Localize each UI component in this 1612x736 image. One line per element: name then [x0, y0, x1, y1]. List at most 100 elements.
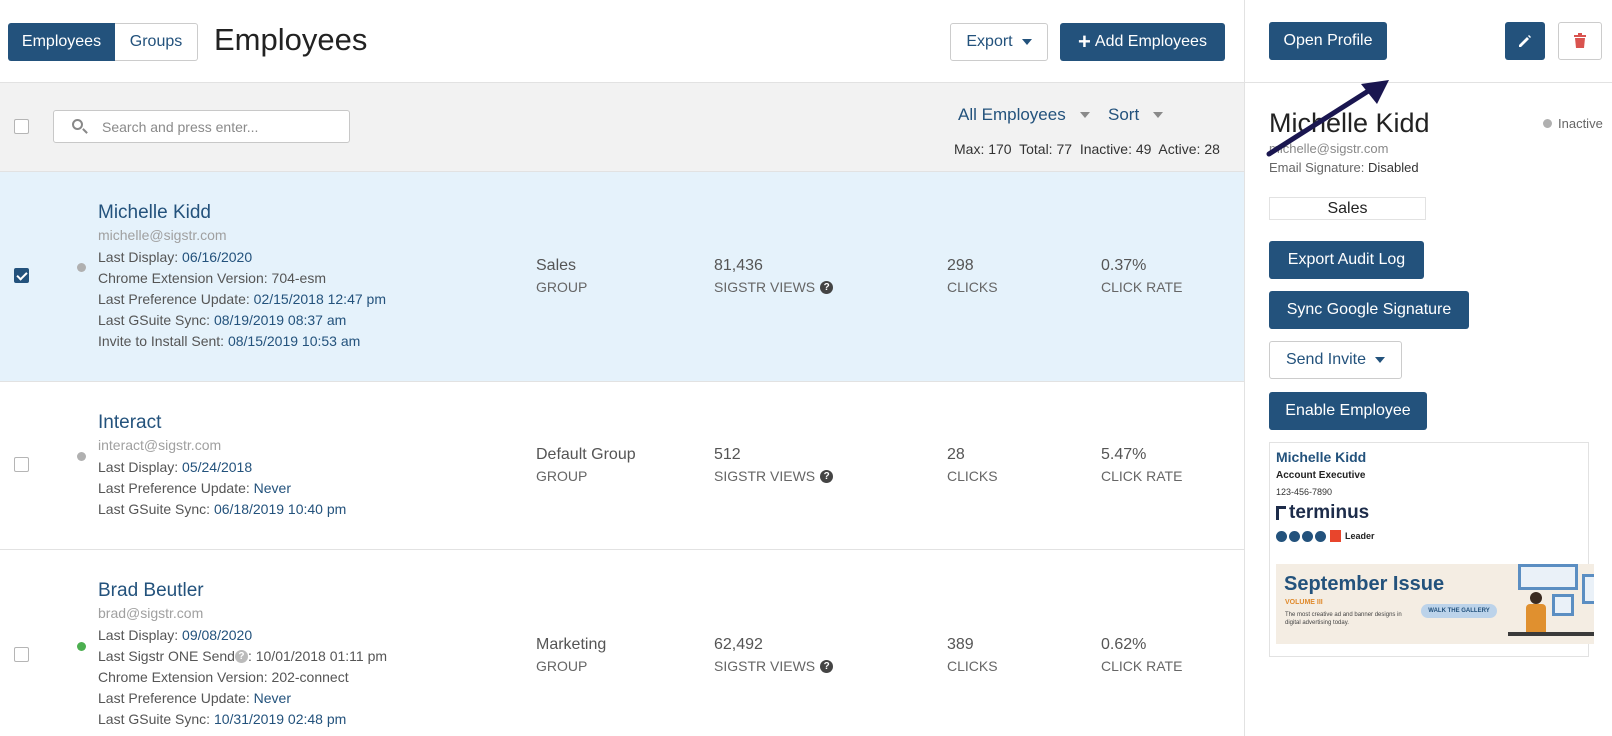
row-checkbox[interactable]: [14, 457, 29, 472]
clicks-stat: 28 CLICKS: [947, 446, 998, 484]
detail-line: Last Preference Update: 02/15/2018 12:47…: [98, 291, 386, 307]
employee-email: michelle@sigstr.com: [98, 227, 227, 243]
search-icon: [72, 119, 83, 130]
employee-name[interactable]: Michelle Kidd: [98, 202, 211, 224]
chevron-down-icon: [1153, 112, 1164, 118]
g2-badge-icon: [1330, 530, 1341, 542]
sig-social-icons: Leader: [1276, 530, 1375, 542]
detail-line: Invite to Install Sent: 08/15/2019 10:53…: [98, 333, 361, 349]
banner-title: September Issue: [1284, 573, 1445, 595]
status-dot: [1543, 119, 1552, 128]
twitter-icon[interactable]: [1276, 530, 1287, 542]
export-button[interactable]: Export: [950, 23, 1048, 61]
signature-status: Email Signature: Disabled: [1269, 160, 1419, 175]
click-rate-stat: 0.62% CLICK RATE: [1101, 636, 1183, 674]
all-employees-dropdown[interactable]: All Employees: [958, 105, 1090, 125]
delete-button[interactable]: [1558, 22, 1602, 60]
group-stat: Marketing GROUP: [536, 636, 607, 674]
sync-google-signature-button[interactable]: Sync Google Signature: [1269, 291, 1469, 329]
table-row[interactable]: Michelle Kidd michelle@sigstr.com Last D…: [0, 172, 1244, 382]
detail-line: Last GSuite Sync: 10/31/2019 02:48 pm: [98, 711, 347, 727]
click-rate-stat: 5.47% CLICK RATE: [1101, 446, 1183, 484]
edit-button[interactable]: [1505, 22, 1545, 60]
send-invite-label: Send Invite: [1285, 351, 1367, 368]
banner-illustration: [1508, 564, 1594, 644]
all-employees-label: All Employees: [958, 105, 1066, 124]
select-all-checkbox[interactable]: [14, 119, 29, 134]
arrow-icon: [1266, 80, 1389, 157]
detail-line: Chrome Extension Version: 202-connect: [98, 669, 349, 685]
detail-line: Last GSuite Sync: 08/19/2019 08:37 am: [98, 312, 347, 328]
table-row[interactable]: Brad Beutler brad@sigstr.com Last Displa…: [0, 550, 1244, 736]
search-input[interactable]: Search and press enter...: [53, 110, 350, 143]
sig-logo: terminus: [1276, 502, 1369, 524]
status-dot: [77, 263, 86, 272]
open-profile-button[interactable]: Open Profile: [1269, 22, 1387, 60]
detail-line: Last Preference Update: Never: [98, 690, 292, 706]
plus-icon: +: [1078, 29, 1091, 54]
chevron-down-icon: [1375, 357, 1386, 363]
detail-line: Last Preference Update: Never: [98, 480, 292, 496]
terminus-logo-icon: [1276, 506, 1286, 520]
sig-leader: Leader: [1345, 531, 1375, 541]
employee-name[interactable]: Brad Beutler: [98, 580, 204, 602]
filter-bar: Search and press enter... All Employees …: [0, 83, 1244, 172]
tab-employees[interactable]: Employees: [8, 23, 115, 61]
group-badge: Sales: [1269, 197, 1426, 220]
status-dot: [77, 452, 86, 461]
sig-title: Account Executive: [1276, 470, 1366, 481]
detail-line: Chrome Extension Version: 704-esm: [98, 270, 326, 286]
detail-line: Last Sigstr ONE Send ?: 10/01/2018 01:11…: [98, 648, 388, 664]
add-employees-button[interactable]: + Add Employees: [1060, 23, 1225, 61]
table-row[interactable]: Interact interact@sigstr.com Last Displa…: [0, 382, 1244, 550]
group-stat: Default Group GROUP: [536, 446, 636, 484]
views-stat: 512 SIGSTR VIEWS?: [714, 446, 834, 484]
enable-employee-button[interactable]: Enable Employee: [1269, 392, 1427, 430]
employees-panel: Employees Groups Employees Export + Add E…: [0, 0, 1244, 736]
trash-icon: [1574, 33, 1586, 48]
help-icon[interactable]: ?: [820, 659, 834, 673]
export-audit-log-button[interactable]: Export Audit Log: [1269, 241, 1424, 279]
search-placeholder: Search and press enter...: [102, 119, 259, 135]
instagram-icon[interactable]: [1302, 530, 1313, 542]
sig-banner[interactable]: September Issue VOLUME III The most crea…: [1276, 564, 1594, 644]
pencil-icon: [1519, 35, 1531, 47]
detail-line: Last Display: 09/08/2020: [98, 627, 253, 643]
employee-name[interactable]: Interact: [98, 412, 161, 434]
banner-cta[interactable]: WALK THE GALLERY: [1421, 604, 1497, 618]
top-bar: Employees Groups Employees Export + Add E…: [0, 0, 1244, 83]
chevron-down-icon: [1079, 112, 1090, 118]
detail-line: Last GSuite Sync: 06/18/2019 10:40 pm: [98, 501, 347, 517]
click-rate-stat: 0.37% CLICK RATE: [1101, 257, 1183, 295]
send-invite-button[interactable]: Send Invite: [1269, 341, 1402, 379]
status-dot: [77, 642, 86, 651]
clicks-stat: 298 CLICKS: [947, 257, 998, 295]
banner-volume: VOLUME III: [1285, 599, 1323, 606]
group-stat: Sales GROUP: [536, 257, 588, 295]
help-icon[interactable]: ?: [234, 649, 248, 663]
employee-stats: Max: 170 Total: 77 Inactive: 49 Active: …: [954, 141, 1220, 157]
sig-name: Michelle Kidd: [1276, 449, 1367, 465]
profile-toolbar: Open Profile: [1245, 0, 1612, 83]
page-title: Employees: [214, 22, 368, 57]
sort-dropdown[interactable]: Sort: [1108, 105, 1164, 125]
views-stat: 62,492 SIGSTR VIEWS?: [714, 636, 834, 674]
row-checkbox[interactable]: [14, 268, 29, 283]
sort-label: Sort: [1108, 105, 1140, 124]
signature-preview: Michelle Kidd Account Executive 123-456-…: [1269, 442, 1594, 657]
export-label: Export: [966, 33, 1013, 50]
clicks-stat: 389 CLICKS: [947, 636, 998, 674]
youtube-icon[interactable]: [1315, 530, 1326, 542]
row-checkbox[interactable]: [14, 647, 29, 662]
sig-phone: 123-456-7890: [1276, 487, 1333, 497]
detail-line: Last Display: 05/24/2018: [98, 459, 253, 475]
linkedin-icon[interactable]: [1289, 530, 1300, 542]
tab-groups[interactable]: Groups: [115, 23, 198, 61]
profile-status: Inactive: [1543, 116, 1603, 131]
help-icon[interactable]: ?: [820, 280, 834, 294]
employee-email: brad@sigstr.com: [98, 605, 204, 621]
detail-line: Last Display: 06/16/2020: [98, 249, 253, 265]
help-icon[interactable]: ?: [820, 469, 834, 483]
views-stat: 81,436 SIGSTR VIEWS?: [714, 257, 834, 295]
banner-text: The most creative ad and banner designs …: [1285, 612, 1402, 626]
